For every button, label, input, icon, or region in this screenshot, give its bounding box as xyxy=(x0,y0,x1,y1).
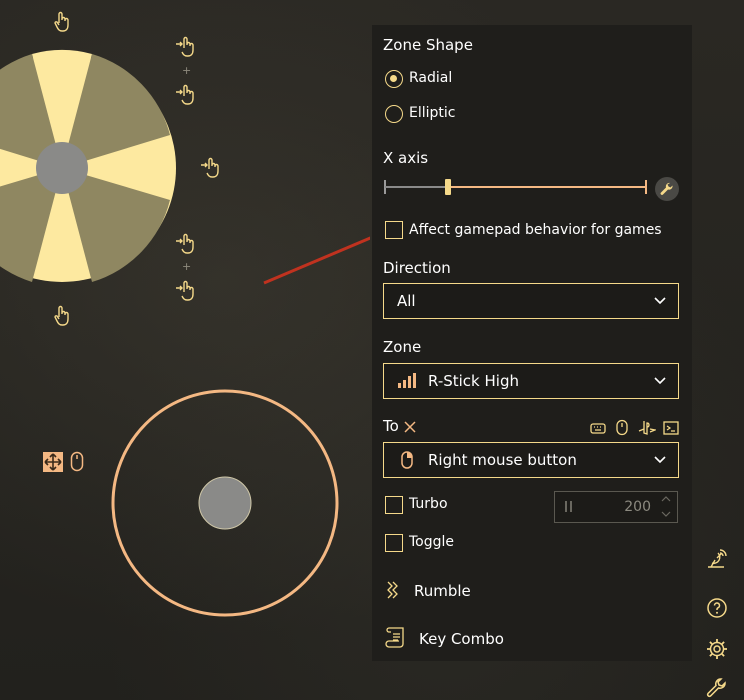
x-axis-title: X axis xyxy=(383,149,429,167)
affect-gamepad-checkbox[interactable] xyxy=(385,221,403,239)
wrench-icon[interactable] xyxy=(705,676,729,700)
help-icon[interactable] xyxy=(705,596,729,620)
direction-value: All xyxy=(397,292,416,310)
annotation-arrow-line xyxy=(263,236,370,285)
chevron-down-icon xyxy=(654,377,666,385)
keyboard-icon[interactable] xyxy=(590,421,606,435)
wrench-icon[interactable] xyxy=(655,177,679,201)
direction-title: Direction xyxy=(383,259,451,277)
radial-radio[interactable] xyxy=(385,70,403,88)
chevron-down-icon xyxy=(654,297,666,305)
turbo-value: 200 xyxy=(624,499,651,515)
satellite-icon[interactable] xyxy=(705,547,729,571)
radial-label[interactable]: Radial xyxy=(409,70,452,86)
radial-zone-wheel xyxy=(0,49,176,282)
hand-pointer-icon xyxy=(54,305,69,326)
chevron-up-icon[interactable] xyxy=(661,495,671,503)
hand-right-icon xyxy=(176,233,194,254)
to-dropdown[interactable]: Right mouse button xyxy=(383,442,679,478)
clear-x-icon[interactable] xyxy=(403,420,417,434)
hand-pointer-icon xyxy=(54,11,69,32)
turbo-checkbox[interactable] xyxy=(385,496,403,514)
gear-icon[interactable] xyxy=(705,637,729,661)
toggle-checkbox[interactable] xyxy=(385,534,403,552)
turbo-interval-stepper[interactable]: 200 xyxy=(554,491,678,523)
move-arrows-icon xyxy=(43,452,63,472)
rumble-label[interactable]: Rumble xyxy=(414,582,471,600)
turbo-label[interactable]: Turbo xyxy=(409,496,448,512)
zone-title: Zone xyxy=(383,338,422,356)
mouse-icon xyxy=(70,451,84,472)
stepper-bar xyxy=(570,501,572,512)
signal-bars-icon xyxy=(398,373,416,388)
key-combo-label[interactable]: Key Combo xyxy=(419,630,504,648)
svg-text:+: + xyxy=(182,64,191,77)
zone-value: R-Stick High xyxy=(428,372,519,390)
zone-dropdown[interactable]: R-Stick High xyxy=(383,363,679,399)
hand-right-icon xyxy=(176,36,194,57)
to-title: To xyxy=(383,417,399,435)
toggle-label[interactable]: Toggle xyxy=(409,534,454,550)
svg-text:+: + xyxy=(182,260,191,273)
to-value: Right mouse button xyxy=(428,451,577,469)
affect-gamepad-label[interactable]: Affect gamepad behavior for games xyxy=(409,222,662,238)
rumble-icon xyxy=(387,581,398,599)
slider-low-thumb[interactable] xyxy=(444,179,451,195)
slider-range-fill xyxy=(447,186,647,188)
chevron-down-icon[interactable] xyxy=(661,510,671,518)
zone-shape-title: Zone Shape xyxy=(383,36,473,54)
stick-knob xyxy=(198,476,252,530)
hand-right-icon xyxy=(176,280,194,301)
direction-dropdown[interactable]: All xyxy=(383,283,679,319)
elliptic-label[interactable]: Elliptic xyxy=(409,105,455,121)
stepper-bar xyxy=(565,501,567,512)
mouse-icon xyxy=(401,451,413,469)
chevron-down-icon xyxy=(654,456,666,464)
slider-right-cap xyxy=(645,180,647,194)
mouse-icon[interactable] xyxy=(615,419,629,436)
playstation-icon[interactable] xyxy=(638,420,656,435)
console-icon[interactable] xyxy=(663,421,679,435)
hand-right-icon xyxy=(176,84,194,105)
elliptic-radio[interactable] xyxy=(385,105,403,123)
hand-right-icon xyxy=(201,157,219,178)
scroll-icon xyxy=(385,627,404,648)
